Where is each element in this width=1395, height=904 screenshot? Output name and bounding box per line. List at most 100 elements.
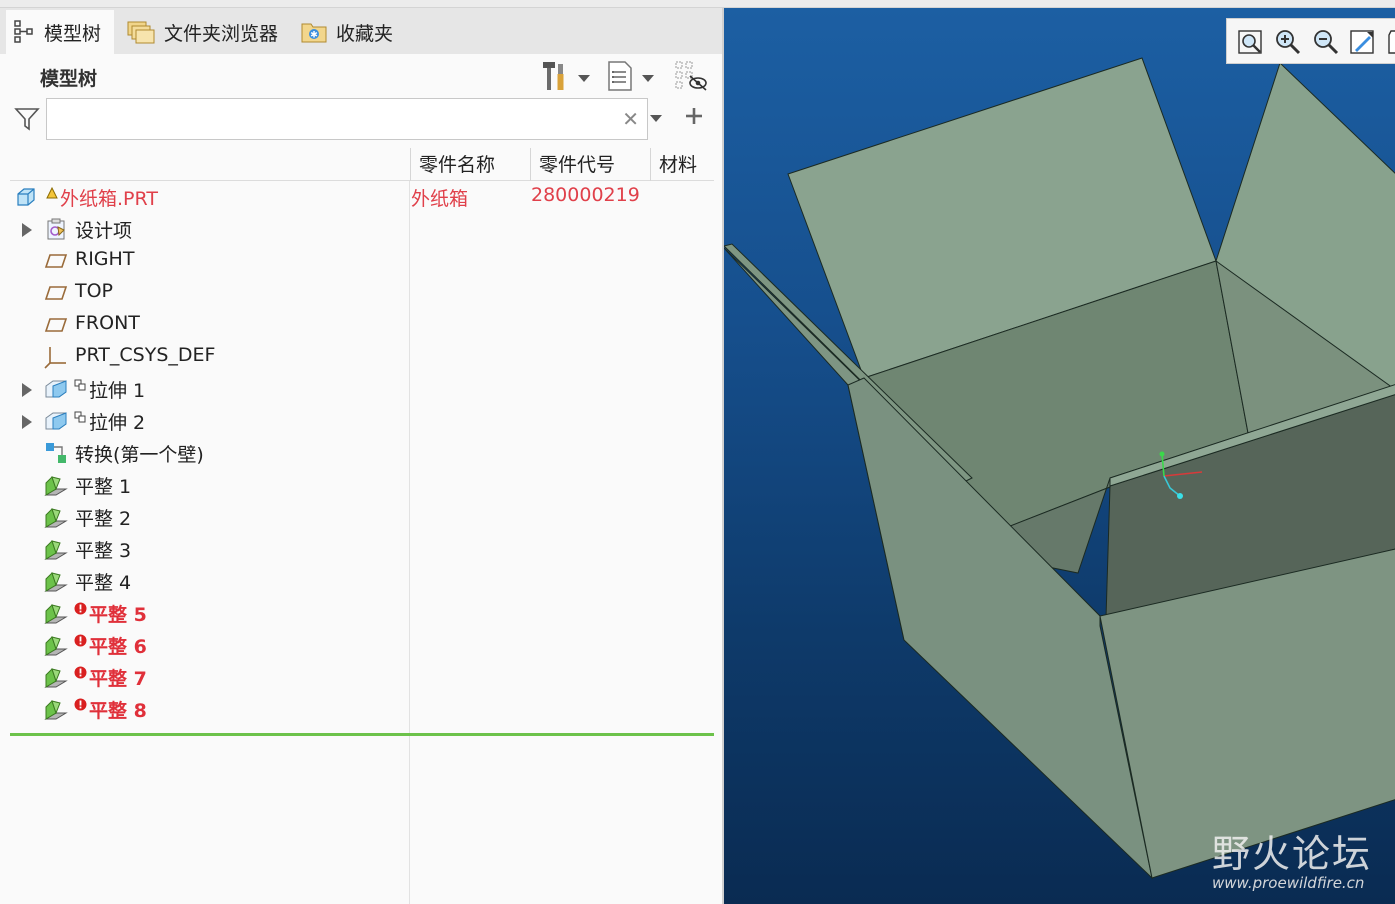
favorites-icon: ✱ [300,19,328,45]
flat-wall-icon [44,633,70,657]
tree-row[interactable]: 转换(第一个壁) [10,437,714,469]
tree-item-label: 平整 2 [75,508,132,530]
datum-plane-icon [44,313,70,337]
tree-item-label: 平整 3 [75,540,132,562]
tree-item-label: 平整 4 [75,572,132,594]
zoom-in-icon[interactable] [1273,28,1301,56]
repaint-icon[interactable] [1349,28,1377,56]
tree-row[interactable]: 平整 7 [10,661,714,693]
tree-settings-button[interactable] [540,60,590,97]
expand-arrow-icon[interactable] [22,383,32,397]
hide-columns-button[interactable] [674,60,708,97]
box-model-3d [724,57,1395,880]
cell-part-code: 280000219 [531,184,640,206]
panel-tab-bar: 模型树 文件夹浏览器 ✱ 收藏夹 [0,8,722,54]
datum-plane-icon [44,249,70,273]
flat-wall-icon [44,665,70,689]
tree-item-label: TOP [75,280,114,302]
chevron-down-icon [578,75,590,82]
column-header-material[interactable]: 材料 [650,148,714,181]
tree-row[interactable]: 平整 3 [10,533,714,565]
tree-row[interactable]: 平整 8 [10,693,714,725]
design-items-icon [44,217,70,241]
column-header-part-code[interactable]: 零件代号 [530,148,650,181]
view-toolbar [1226,18,1395,64]
tab-folder-browser[interactable]: 文件夹浏览器 [126,10,278,54]
tree-item-label: 拉伸 2 [89,412,146,434]
tree-item-label: 平整 7 [89,668,147,690]
tree-item-label: 设计项 [75,220,133,242]
flat-wall-icon [44,505,70,529]
link-icon [74,375,86,396]
tree-item-label: 外纸箱.PRT [60,188,158,210]
flat-wall-icon [44,473,70,497]
error-icon [74,695,87,716]
search-box: ✕ [46,98,648,140]
tree-row[interactable]: PRT_CSYS_DEF [10,341,714,373]
tree-item-label: 平整 6 [89,636,147,658]
extrude-icon [44,409,70,433]
tree-item-label: 平整 8 [89,700,147,722]
tab-model-tree[interactable]: 模型树 [6,10,114,54]
tab-favorites[interactable]: ✱ 收藏夹 [300,10,393,54]
tree-row[interactable]: 拉伸 2 [10,405,714,437]
column-header-part-name[interactable]: 零件名称 [410,148,530,181]
tree-row[interactable]: 设计项 [10,213,714,245]
tree-item-label: 转换(第一个壁) [75,444,204,466]
expand-arrow-icon[interactable] [22,223,32,237]
error-icon [74,631,87,652]
flat-wall-icon [44,537,70,561]
tree-row[interactable]: 拉伸 1 [10,373,714,405]
tab-favorites-label: 收藏夹 [336,22,394,45]
flat-wall-icon [44,601,70,625]
part-icon [14,185,40,209]
tree-row[interactable]: RIGHT [10,245,714,277]
tree-item-label: 平整 1 [75,476,132,498]
watermark-text: 野火论坛 [1212,832,1373,876]
tree-row[interactable]: 平整 6 [10,629,714,661]
refit-icon[interactable] [1237,28,1265,56]
warning-icon [46,183,58,204]
insert-here-indicator[interactable] [10,733,714,736]
cell-part-name: 外纸箱 [411,188,469,210]
zoom-out-icon[interactable] [1311,28,1339,56]
add-filter-icon[interactable] [682,104,706,135]
tree-item-label: RIGHT [75,248,135,270]
error-icon [74,663,87,684]
tree-row[interactable]: 平整 4 [10,565,714,597]
graphics-window[interactable]: 野火论坛 www.proewildfire.cn [724,8,1395,904]
watermark-logo: 野火论坛 www.proewildfire.cn [1212,823,1372,892]
expand-arrow-icon[interactable] [22,415,32,429]
tree-column-header-row: 零件名称 零件代号 材料 [10,148,714,181]
column-visibility-icon [674,60,708,97]
coordinate-system-icon [44,345,70,369]
panel-header: 模型树 [0,54,722,98]
tree-item-label: FRONT [75,312,140,334]
tree-row[interactable]: FRONT [10,309,714,341]
tree-row[interactable]: 平整 2 [10,501,714,533]
tree-item-label: 平整 5 [89,604,147,626]
tab-folder-browser-label: 文件夹浏览器 [164,22,279,45]
tree-row[interactable]: TOP [10,277,714,309]
show-options-button[interactable] [606,60,654,97]
search-input[interactable] [47,99,607,137]
link-icon [74,407,86,428]
search-history-dropdown[interactable] [650,115,662,122]
filter-row: ✕ [0,98,722,142]
error-icon [74,599,87,620]
svg-text:✱: ✱ [310,31,318,41]
model-tree-icon [14,20,36,44]
tab-model-tree-label: 模型树 [44,22,102,45]
clear-icon[interactable]: ✕ [622,107,639,131]
datum-plane-icon [44,281,70,305]
tree-row[interactable]: 平整 5 [10,597,714,629]
filter-icon[interactable] [14,106,40,137]
saved-view-icon[interactable] [1385,28,1395,56]
tree-row[interactable]: 外纸箱.PRT 外纸箱 280000219 [10,181,714,213]
watermark-url: www.proewildfire.cn [1212,874,1365,892]
flat-wall-icon [44,697,70,721]
chevron-down-icon [642,75,654,82]
tree-item-label: PRT_CSYS_DEF [75,344,216,366]
tree-row[interactable]: 平整 1 [10,469,714,501]
tree-item-label: 拉伸 1 [89,380,146,402]
